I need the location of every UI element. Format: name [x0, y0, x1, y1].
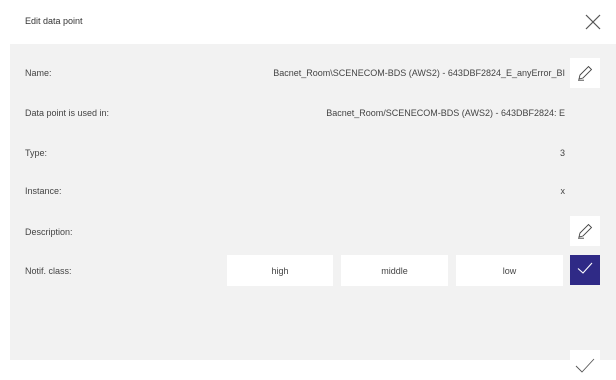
dialog-header: Edit data point	[0, 0, 616, 44]
instance-value: x	[560, 186, 566, 196]
pencil-icon	[576, 222, 594, 240]
dialog-title: Edit data point	[25, 16, 83, 26]
used-in-label: Data point is used in:	[25, 108, 110, 118]
name-value: Bacnet_Room\SCENECOM-BDS (AWS2) - 643DBF…	[273, 68, 565, 78]
notif-class-label: Notif. class:	[25, 266, 72, 276]
type-value: 3	[559, 148, 565, 158]
name-label: Name:	[25, 68, 52, 78]
description-label: Description:	[25, 227, 73, 237]
notif-class-option-high[interactable]: high	[227, 255, 333, 286]
checkmark-icon	[576, 259, 594, 282]
dialog-body: Name: Bacnet_Room\SCENECOM-BDS (AWS2) - …	[10, 44, 616, 380]
confirm-icon	[574, 356, 596, 374]
instance-label: Instance:	[25, 186, 62, 196]
edit-description-button[interactable]	[570, 216, 600, 246]
notif-class-option-middle[interactable]: middle	[341, 255, 448, 286]
used-in-value: Bacnet_Room/SCENECOM-BDS (AWS2) - 643DBF…	[326, 108, 565, 118]
edit-name-button[interactable]	[570, 58, 600, 88]
notif-class-enable-checkbox[interactable]	[570, 255, 600, 285]
close-icon[interactable]	[583, 12, 603, 32]
pencil-icon	[576, 64, 594, 82]
type-label: Type:	[25, 148, 48, 158]
confirm-button[interactable]	[570, 350, 600, 380]
notif-class-option-low[interactable]: low	[456, 255, 563, 286]
